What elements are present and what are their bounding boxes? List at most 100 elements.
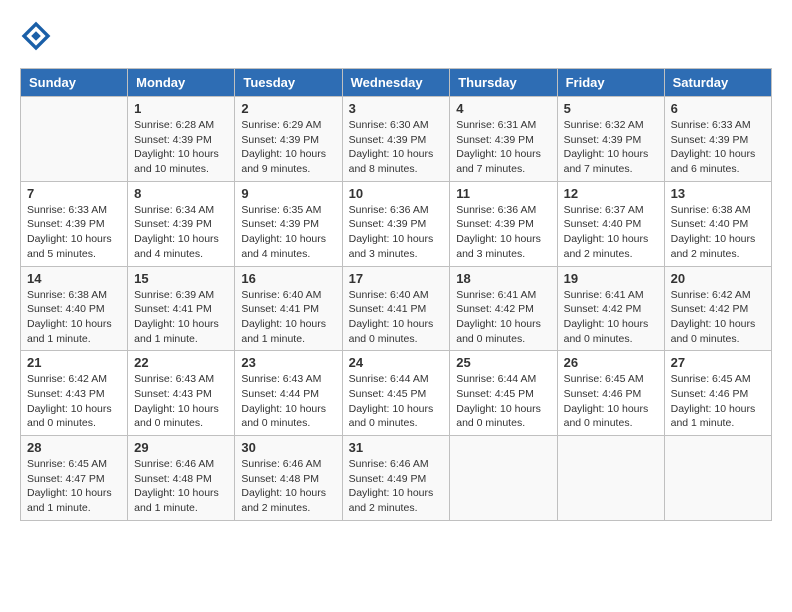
logo-icon <box>20 20 52 52</box>
day-number: 17 <box>349 271 444 286</box>
day-number: 13 <box>671 186 765 201</box>
calendar-cell: 22 Sunrise: 6:43 AM Sunset: 4:43 PM Dayli… <box>128 351 235 436</box>
day-info: Sunrise: 6:39 AM Sunset: 4:41 PM Dayligh… <box>134 288 228 347</box>
calendar-cell: 19 Sunrise: 6:41 AM Sunset: 4:42 PM Dayli… <box>557 266 664 351</box>
calendar-week-row: 28 Sunrise: 6:45 AM Sunset: 4:47 PM Dayli… <box>21 436 772 521</box>
calendar-cell: 11Sunrise: 6:36 AM Sunset: 4:39 PM Dayli… <box>450 181 557 266</box>
day-number: 21 <box>27 355 121 370</box>
calendar-cell: 31Sunrise: 6:46 AM Sunset: 4:49 PM Dayli… <box>342 436 450 521</box>
day-info: Sunrise: 6:46 AM Sunset: 4:48 PM Dayligh… <box>134 457 228 516</box>
day-info: Sunrise: 6:42 AM Sunset: 4:43 PM Dayligh… <box>27 372 121 431</box>
calendar-cell: 26 Sunrise: 6:45 AM Sunset: 4:46 PM Dayli… <box>557 351 664 436</box>
column-header-tuesday: Tuesday <box>235 69 342 97</box>
day-info: Sunrise: 6:36 AM Sunset: 4:39 PM Dayligh… <box>349 203 444 262</box>
day-info: Sunrise: 6:29 AM Sunset: 4:39 PM Dayligh… <box>241 118 335 177</box>
day-number: 8 <box>134 186 228 201</box>
calendar-cell: 9 Sunrise: 6:35 AM Sunset: 4:39 PM Daylig… <box>235 181 342 266</box>
day-number: 22 <box>134 355 228 370</box>
calendar-week-row: 7 Sunrise: 6:33 AM Sunset: 4:39 PM Daylig… <box>21 181 772 266</box>
day-info: Sunrise: 6:28 AM Sunset: 4:39 PM Dayligh… <box>134 118 228 177</box>
day-info: Sunrise: 6:35 AM Sunset: 4:39 PM Dayligh… <box>241 203 335 262</box>
day-info: Sunrise: 6:42 AM Sunset: 4:42 PM Dayligh… <box>671 288 765 347</box>
calendar-cell: 16 Sunrise: 6:40 AM Sunset: 4:41 PM Dayli… <box>235 266 342 351</box>
calendar-cell: 1 Sunrise: 6:28 AM Sunset: 4:39 PM Daylig… <box>128 97 235 182</box>
day-info: Sunrise: 6:43 AM Sunset: 4:43 PM Dayligh… <box>134 372 228 431</box>
calendar-cell: 15 Sunrise: 6:39 AM Sunset: 4:41 PM Dayli… <box>128 266 235 351</box>
day-number: 2 <box>241 101 335 116</box>
day-info: Sunrise: 6:33 AM Sunset: 4:39 PM Dayligh… <box>27 203 121 262</box>
calendar-cell: 6Sunrise: 6:33 AM Sunset: 4:39 PM Daylig… <box>664 97 771 182</box>
calendar-cell: 17 Sunrise: 6:40 AM Sunset: 4:41 PM Dayli… <box>342 266 450 351</box>
day-number: 18 <box>456 271 550 286</box>
calendar-cell: 24 Sunrise: 6:44 AM Sunset: 4:45 PM Dayli… <box>342 351 450 436</box>
day-info: Sunrise: 6:46 AM Sunset: 4:48 PM Dayligh… <box>241 457 335 516</box>
calendar-cell: 13 Sunrise: 6:38 AM Sunset: 4:40 PM Dayli… <box>664 181 771 266</box>
calendar-cell: 7 Sunrise: 6:33 AM Sunset: 4:39 PM Daylig… <box>21 181 128 266</box>
calendar-week-row: 21 Sunrise: 6:42 AM Sunset: 4:43 PM Dayli… <box>21 351 772 436</box>
calendar-cell: 29Sunrise: 6:46 AM Sunset: 4:48 PM Dayli… <box>128 436 235 521</box>
day-info: Sunrise: 6:40 AM Sunset: 4:41 PM Dayligh… <box>241 288 335 347</box>
day-info: Sunrise: 6:45 AM Sunset: 4:47 PM Dayligh… <box>27 457 121 516</box>
calendar-cell: 4 Sunrise: 6:31 AM Sunset: 4:39 PM Daylig… <box>450 97 557 182</box>
day-number: 7 <box>27 186 121 201</box>
day-number: 25 <box>456 355 550 370</box>
day-info: Sunrise: 6:34 AM Sunset: 4:39 PM Dayligh… <box>134 203 228 262</box>
day-number: 4 <box>456 101 550 116</box>
day-number: 27 <box>671 355 765 370</box>
day-number: 11 <box>456 186 550 201</box>
day-number: 16 <box>241 271 335 286</box>
day-info: Sunrise: 6:38 AM Sunset: 4:40 PM Dayligh… <box>27 288 121 347</box>
day-number: 14 <box>27 271 121 286</box>
calendar-cell <box>664 436 771 521</box>
logo <box>20 20 56 52</box>
calendar-cell: 23 Sunrise: 6:43 AM Sunset: 4:44 PM Dayli… <box>235 351 342 436</box>
day-info: Sunrise: 6:33 AM Sunset: 4:39 PM Dayligh… <box>671 118 765 177</box>
calendar-cell: 28 Sunrise: 6:45 AM Sunset: 4:47 PM Dayli… <box>21 436 128 521</box>
day-info: Sunrise: 6:32 AM Sunset: 4:39 PM Dayligh… <box>564 118 658 177</box>
day-number: 26 <box>564 355 658 370</box>
calendar-cell <box>557 436 664 521</box>
day-info: Sunrise: 6:41 AM Sunset: 4:42 PM Dayligh… <box>564 288 658 347</box>
day-number: 10 <box>349 186 444 201</box>
day-number: 9 <box>241 186 335 201</box>
calendar-cell: 2 Sunrise: 6:29 AM Sunset: 4:39 PM Daylig… <box>235 97 342 182</box>
column-header-wednesday: Wednesday <box>342 69 450 97</box>
day-number: 28 <box>27 440 121 455</box>
column-header-friday: Friday <box>557 69 664 97</box>
calendar-week-row: 14 Sunrise: 6:38 AM Sunset: 4:40 PM Dayli… <box>21 266 772 351</box>
day-number: 1 <box>134 101 228 116</box>
day-info: Sunrise: 6:41 AM Sunset: 4:42 PM Dayligh… <box>456 288 550 347</box>
day-number: 24 <box>349 355 444 370</box>
calendar-table: SundayMondayTuesdayWednesdayThursdayFrid… <box>20 68 772 521</box>
calendar-cell: 14 Sunrise: 6:38 AM Sunset: 4:40 PM Dayli… <box>21 266 128 351</box>
calendar-cell: 12 Sunrise: 6:37 AM Sunset: 4:40 PM Dayli… <box>557 181 664 266</box>
page-header <box>20 20 772 52</box>
day-info: Sunrise: 6:45 AM Sunset: 4:46 PM Dayligh… <box>564 372 658 431</box>
calendar-cell: 8 Sunrise: 6:34 AM Sunset: 4:39 PM Daylig… <box>128 181 235 266</box>
day-info: Sunrise: 6:44 AM Sunset: 4:45 PM Dayligh… <box>456 372 550 431</box>
day-number: 3 <box>349 101 444 116</box>
calendar-cell: 5Sunrise: 6:32 AM Sunset: 4:39 PM Daylig… <box>557 97 664 182</box>
day-info: Sunrise: 6:40 AM Sunset: 4:41 PM Dayligh… <box>349 288 444 347</box>
day-number: 23 <box>241 355 335 370</box>
calendar-header-row: SundayMondayTuesdayWednesdayThursdayFrid… <box>21 69 772 97</box>
day-info: Sunrise: 6:30 AM Sunset: 4:39 PM Dayligh… <box>349 118 444 177</box>
day-number: 15 <box>134 271 228 286</box>
day-number: 20 <box>671 271 765 286</box>
day-info: Sunrise: 6:43 AM Sunset: 4:44 PM Dayligh… <box>241 372 335 431</box>
column-header-monday: Monday <box>128 69 235 97</box>
calendar-cell: 30 Sunrise: 6:46 AM Sunset: 4:48 PM Dayli… <box>235 436 342 521</box>
day-number: 19 <box>564 271 658 286</box>
day-info: Sunrise: 6:37 AM Sunset: 4:40 PM Dayligh… <box>564 203 658 262</box>
calendar-cell: 18 Sunrise: 6:41 AM Sunset: 4:42 PM Dayli… <box>450 266 557 351</box>
calendar-week-row: 1 Sunrise: 6:28 AM Sunset: 4:39 PM Daylig… <box>21 97 772 182</box>
column-header-thursday: Thursday <box>450 69 557 97</box>
day-info: Sunrise: 6:38 AM Sunset: 4:40 PM Dayligh… <box>671 203 765 262</box>
day-number: 30 <box>241 440 335 455</box>
day-info: Sunrise: 6:44 AM Sunset: 4:45 PM Dayligh… <box>349 372 444 431</box>
calendar-cell: 27Sunrise: 6:45 AM Sunset: 4:46 PM Dayli… <box>664 351 771 436</box>
calendar-cell <box>450 436 557 521</box>
day-number: 12 <box>564 186 658 201</box>
day-info: Sunrise: 6:31 AM Sunset: 4:39 PM Dayligh… <box>456 118 550 177</box>
column-header-saturday: Saturday <box>664 69 771 97</box>
